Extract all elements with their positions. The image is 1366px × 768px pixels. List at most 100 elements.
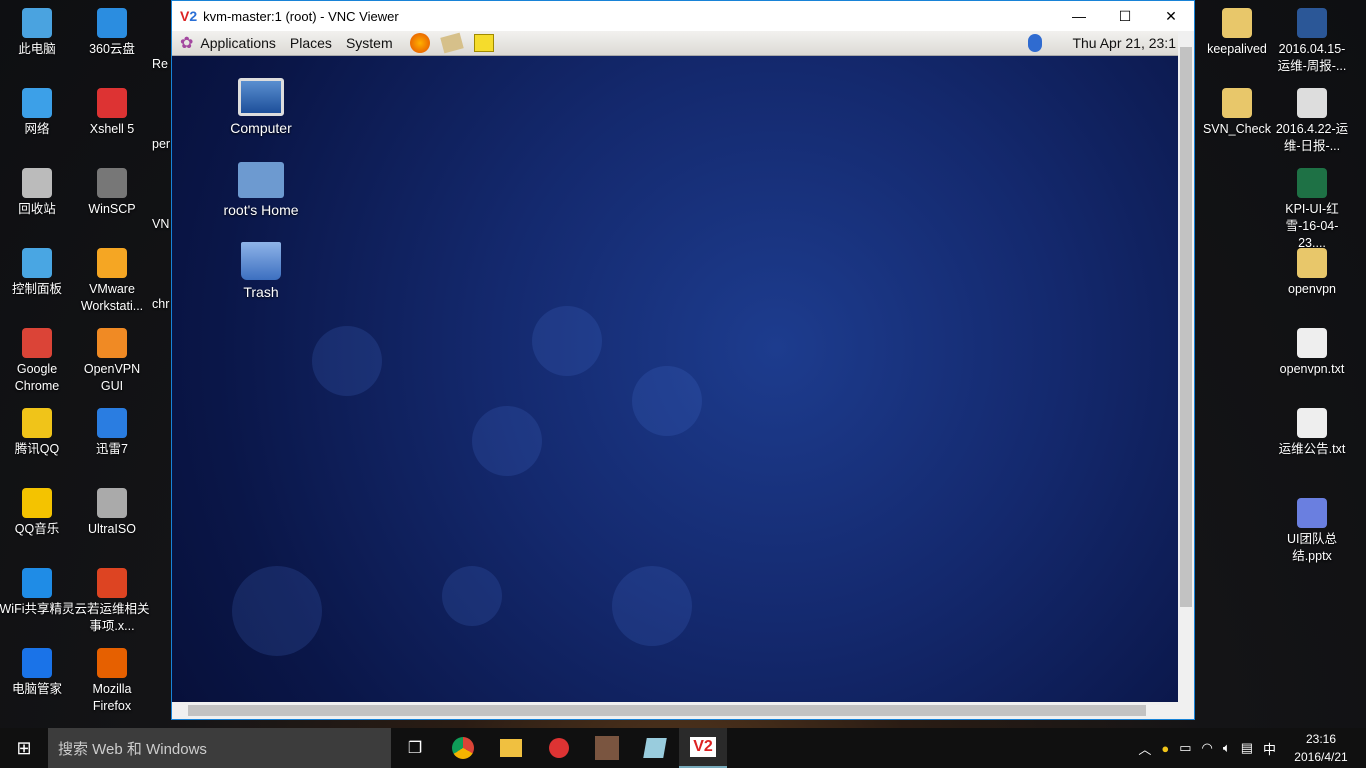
minimize-button[interactable]: —: [1056, 8, 1102, 25]
window-title: kvm-master:1 (root) - VNC Viewer: [203, 8, 399, 24]
app-icon: [1297, 248, 1327, 278]
desktop-icon[interactable]: Xshell 5: [74, 88, 150, 138]
desktop-icon[interactable]: openvpn: [1274, 248, 1350, 298]
desktop-icon-label: Mozilla Firefox: [92, 682, 132, 713]
app-icon: [1222, 88, 1252, 118]
app-icon: [97, 328, 127, 358]
app-icon: [22, 488, 52, 518]
desktop-icon[interactable]: 网络: [0, 88, 75, 138]
app-icon: [97, 408, 127, 438]
remote-desktop[interactable]: Computer root's Home Trash: [172, 56, 1179, 704]
wifi-icon[interactable]: ◠: [1202, 740, 1213, 756]
desktop-icon-label: QQ音乐: [14, 522, 60, 536]
panel-clock[interactable]: Thu Apr 21, 23:1: [1072, 35, 1176, 51]
desktop-icon[interactable]: OpenVPN GUI: [74, 328, 150, 395]
clock[interactable]: 23:16 2016/4/21: [1286, 730, 1356, 766]
desktop-icon-label: WinSCP: [88, 202, 136, 216]
windows-icon: ⊞: [16, 737, 32, 758]
search-box[interactable]: 搜索 Web 和 Windows: [48, 728, 391, 768]
desktop-icon-label: keepalived: [1207, 42, 1267, 56]
qq-tray-icon[interactable]: ●: [1161, 741, 1169, 756]
vertical-scrollbar[interactable]: [1178, 31, 1194, 704]
horizontal-scrollbar[interactable]: [172, 702, 1194, 719]
app-icon: [22, 648, 52, 678]
desktop-icon[interactable]: 2016.04.15-运维-周报-...: [1274, 8, 1350, 75]
vnc-taskbar-icon[interactable]: V2: [679, 728, 727, 768]
desktop-icon[interactable]: VMware Workstati...: [74, 248, 150, 315]
app-icon: [22, 408, 52, 438]
desktop-icon[interactable]: 360云盘: [74, 8, 150, 58]
app-icon: [1297, 408, 1327, 438]
desktop-icon[interactable]: UI团队总结.pptx: [1274, 498, 1350, 565]
maximize-button[interactable]: ☐: [1102, 8, 1148, 25]
desktop-icon[interactable]: 此电脑: [0, 8, 75, 58]
trash-desktop-icon[interactable]: Trash: [216, 242, 306, 300]
desktop-icon[interactable]: WiFi共享精灵: [0, 568, 75, 618]
desktop-icon-label: 网络: [24, 122, 50, 136]
chevron-up-icon[interactable]: ︿: [1138, 739, 1151, 758]
firefox-launcher-icon[interactable]: [409, 33, 430, 53]
desktop-icon[interactable]: 腾讯QQ: [0, 408, 75, 458]
start-button[interactable]: ⊞: [0, 728, 48, 768]
menu-applications[interactable]: Applications: [200, 35, 276, 51]
vnc-logo-icon: V2: [180, 8, 198, 24]
explorer-taskbar-icon[interactable]: [487, 728, 535, 768]
desktop-icon-label: OpenVPN GUI: [83, 362, 141, 393]
desktop-icon[interactable]: Mozilla Firefox: [74, 648, 150, 715]
desktop-icon-label: SVN_Check: [1202, 122, 1272, 136]
app-icon: [22, 168, 52, 198]
notes-launcher-icon[interactable]: [473, 34, 494, 52]
app-icon: [1222, 8, 1252, 38]
title-bar[interactable]: V2 kvm-master:1 (root) - VNC Viewer — ☐ …: [172, 1, 1194, 31]
app-icon: [1297, 498, 1327, 528]
computer-desktop-icon[interactable]: Computer: [216, 78, 306, 136]
app-icon: [97, 488, 127, 518]
action-center-icon[interactable]: ▤: [1241, 740, 1253, 756]
desktop-icon[interactable]: 2016.4.22-运维-日报-...: [1274, 88, 1350, 155]
desktop-icon[interactable]: UltraISO: [74, 488, 150, 538]
desktop-icon[interactable]: 云若运维相关事项.x...: [74, 568, 150, 635]
desktop-icon-label: VMware Workstati...: [80, 282, 144, 313]
desktop-icon[interactable]: 迅雷7: [74, 408, 150, 458]
desktop-icon[interactable]: QQ音乐: [0, 488, 75, 538]
menu-system[interactable]: System: [346, 35, 393, 51]
app-icon: [22, 88, 52, 118]
desktop-icon[interactable]: openvpn.txt: [1274, 328, 1350, 378]
desktop-icon[interactable]: WinSCP: [74, 168, 150, 218]
desktop-icon-label: 回收站: [18, 202, 56, 216]
desktop-icon-label: 控制面板: [11, 282, 62, 296]
menu-places[interactable]: Places: [290, 35, 332, 51]
desktop-icon[interactable]: SVN_Check: [1199, 88, 1275, 138]
taskbar: ⊞ 搜索 Web 和 Windows ❐ V2 ︿ ● ▭ ◠ 🔈︎ ▤ 中 2…: [0, 728, 1366, 768]
chrome-taskbar-icon[interactable]: [439, 728, 487, 768]
xshell-taskbar-icon[interactable]: [535, 728, 583, 768]
desktop-icon[interactable]: 控制面板: [0, 248, 75, 298]
app-icon: [22, 328, 52, 358]
app-icon: [22, 8, 52, 38]
bluetooth-icon[interactable]: [1028, 34, 1043, 52]
computer-icon: [238, 78, 284, 116]
desktop-icon[interactable]: 回收站: [0, 168, 75, 218]
app-icon: [97, 568, 127, 598]
desktop-icon-label: 2016.4.22-运维-日报-...: [1275, 122, 1349, 153]
desktop-icon-label: UltraISO: [88, 522, 136, 536]
home-desktop-icon[interactable]: root's Home: [216, 162, 306, 218]
close-button[interactable]: ✕: [1148, 8, 1194, 25]
battery-icon[interactable]: ▭: [1179, 740, 1191, 756]
app-taskbar-icon[interactable]: [631, 728, 679, 768]
task-view-icon[interactable]: ❐: [391, 728, 439, 768]
desktop-icon[interactable]: Google Chrome: [0, 328, 75, 395]
desktop-icon[interactable]: 电脑管家: [0, 648, 75, 698]
ime-indicator[interactable]: 中: [1263, 739, 1276, 758]
volume-icon[interactable]: 🔈︎: [1223, 740, 1231, 756]
user-taskbar-icon[interactable]: [583, 728, 631, 768]
home-folder-icon: [238, 162, 284, 198]
desktop-icon[interactable]: keepalived: [1199, 8, 1275, 58]
desktop-icon[interactable]: KPI-UI-红雪-16-04-23....: [1274, 168, 1350, 252]
desktop-icon-label: 2016.04.15-运维-周报-...: [1277, 42, 1347, 73]
mail-launcher-icon[interactable]: [439, 32, 464, 54]
desktop-icon-label: Google Chrome: [14, 362, 60, 393]
desktop-icon-label: UI团队总结.pptx: [1286, 532, 1337, 563]
desktop-icon-label: 此电脑: [18, 42, 56, 56]
desktop-icon[interactable]: 运维公告.txt: [1274, 408, 1350, 458]
